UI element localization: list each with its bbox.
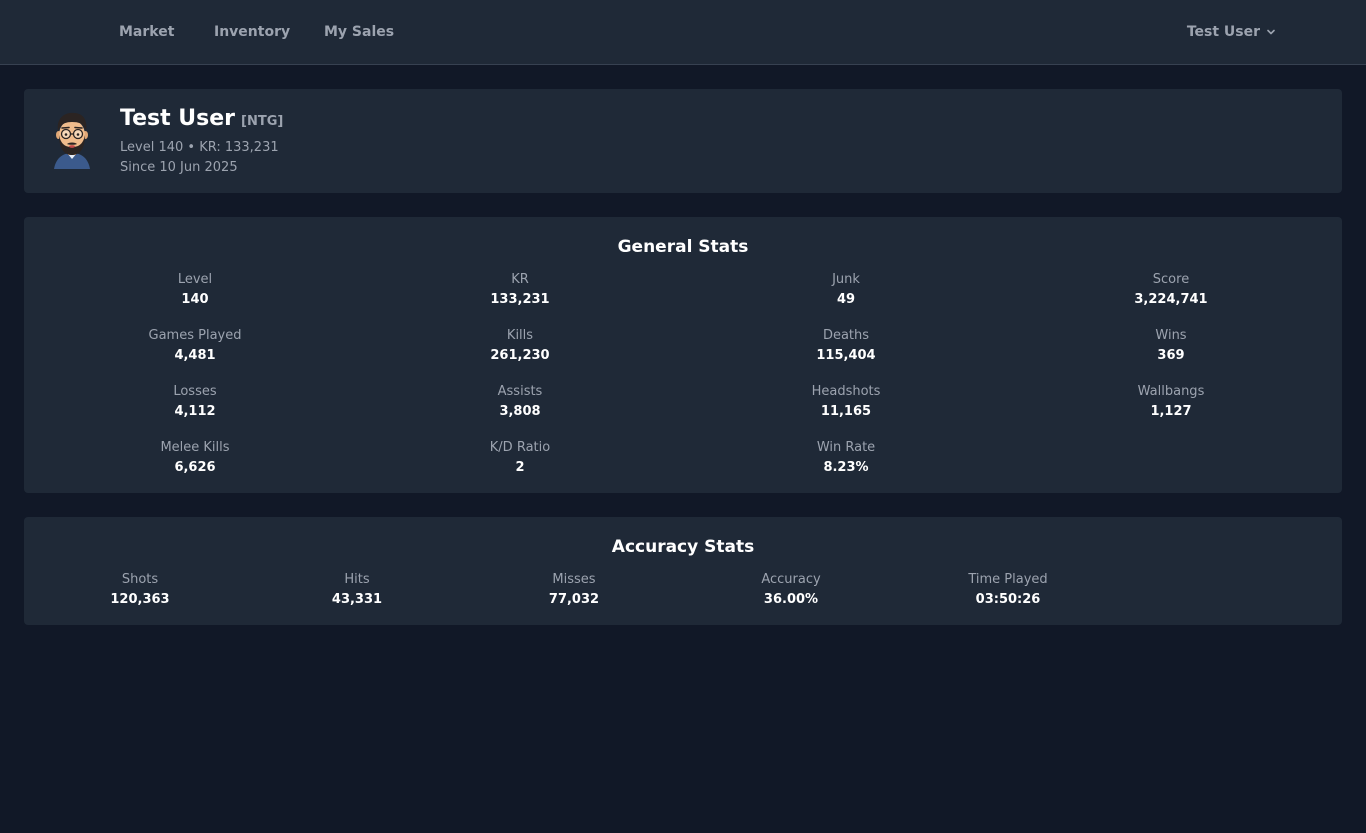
stat-value: 140: [181, 292, 209, 307]
stat-value: 1,127: [1150, 404, 1192, 419]
stat-junk: Junk 49: [736, 272, 956, 307]
stat-melee-kills: Melee Kills 6,626: [85, 440, 305, 475]
nav-my-sales-link[interactable]: My Sales: [324, 24, 394, 40]
stat-value: 120,363: [110, 592, 170, 607]
stat-label: Time Played: [968, 572, 1048, 587]
stat-label: Losses: [173, 384, 217, 399]
stat-value: 6,626: [174, 460, 216, 475]
profile-card: Test User [NTG] Level 140 • KR: 133,231 …: [24, 89, 1342, 193]
stat-accuracy: Accuracy 36.00%: [681, 572, 901, 607]
stat-label: Assists: [497, 384, 543, 399]
stat-value: 8.23%: [823, 460, 869, 475]
accuracy-stats-title: Accuracy Stats: [611, 537, 755, 557]
stat-label: K/D Ratio: [489, 440, 551, 455]
stat-value: 261,230: [490, 348, 550, 363]
stat-games-played: Games Played 4,481: [85, 328, 305, 363]
stat-value: 3,224,741: [1134, 292, 1208, 307]
stat-assists: Assists 3,808: [410, 384, 630, 419]
stat-label: Win Rate: [816, 440, 876, 455]
user-menu-dropdown[interactable]: Test User: [1187, 24, 1276, 40]
stat-label: Junk: [832, 272, 860, 287]
stat-kr: KR 133,231: [410, 272, 630, 307]
stat-value: 11,165: [820, 404, 872, 419]
stat-value: 369: [1157, 348, 1185, 363]
profile-name: Test User: [120, 106, 236, 131]
accuracy-stats-card: Accuracy Stats Shots 120,363 Hits 43,331…: [24, 517, 1342, 625]
stat-value: 03:50:26: [975, 592, 1041, 607]
stat-label: Deaths: [822, 328, 870, 343]
user-menu-label: Test User: [1186, 24, 1260, 40]
stat-win-rate: Win Rate 8.23%: [736, 440, 956, 475]
stat-label: KR: [511, 272, 529, 287]
nav-market-link[interactable]: Market: [119, 24, 174, 40]
profile-level-kr: Level 140 • KR: 133,231: [120, 140, 279, 155]
stat-label: Melee Kills: [160, 440, 230, 455]
stat-hits: Hits 43,331: [247, 572, 467, 607]
stat-label: Misses: [552, 572, 596, 587]
stat-value: 77,032: [548, 592, 600, 607]
stat-shots: Shots 120,363: [30, 572, 250, 607]
stat-headshots: Headshots 11,165: [736, 384, 956, 419]
stat-label: Score: [1152, 272, 1190, 287]
stat-label: Wins: [1155, 328, 1187, 343]
stat-level: Level 140: [85, 272, 305, 307]
stat-kills: Kills 261,230: [410, 328, 630, 363]
stat-label: Games Played: [148, 328, 242, 343]
profile-since-date: Since 10 Jun 2025: [120, 160, 238, 175]
stat-wallbangs: Wallbangs 1,127: [1061, 384, 1281, 419]
top-navbar: Market Inventory My Sales Test User: [0, 0, 1366, 65]
stat-label: Headshots: [811, 384, 881, 399]
stat-label: Accuracy: [761, 572, 821, 587]
stat-time-played: Time Played 03:50:26: [898, 572, 1118, 607]
stat-value: 36.00%: [763, 592, 819, 607]
stat-value: 3,808: [499, 404, 541, 419]
stat-value: 49: [836, 292, 856, 307]
nav-inventory-link[interactable]: Inventory: [214, 24, 290, 40]
profile-name-row: Test User [NTG]: [120, 106, 283, 131]
stat-label: Level: [177, 272, 213, 287]
stat-label: Shots: [121, 572, 159, 587]
stat-losses: Losses 4,112: [85, 384, 305, 419]
stat-value: 43,331: [331, 592, 383, 607]
chevron-down-icon: [1266, 27, 1276, 37]
general-stats-card: General Stats Level 140 KR 133,231 Junk …: [24, 217, 1342, 493]
stat-value: 115,404: [816, 348, 876, 363]
stat-value: 4,112: [174, 404, 216, 419]
profile-clan-tag: [NTG]: [241, 114, 284, 129]
stat-kd-ratio: K/D Ratio 2: [410, 440, 630, 475]
stat-label: Hits: [344, 572, 370, 587]
stat-score: Score 3,224,741: [1061, 272, 1281, 307]
general-stats-title: General Stats: [617, 237, 749, 257]
stat-label: Kills: [506, 328, 534, 343]
stat-misses: Misses 77,032: [464, 572, 684, 607]
stat-value: 2: [515, 460, 525, 475]
stat-wins: Wins 369: [1061, 328, 1281, 363]
avatar-emoji-icon: [48, 107, 96, 173]
stat-value: 133,231: [490, 292, 550, 307]
stat-label: Wallbangs: [1137, 384, 1205, 399]
stat-value: 4,481: [174, 348, 216, 363]
stat-deaths: Deaths 115,404: [736, 328, 956, 363]
